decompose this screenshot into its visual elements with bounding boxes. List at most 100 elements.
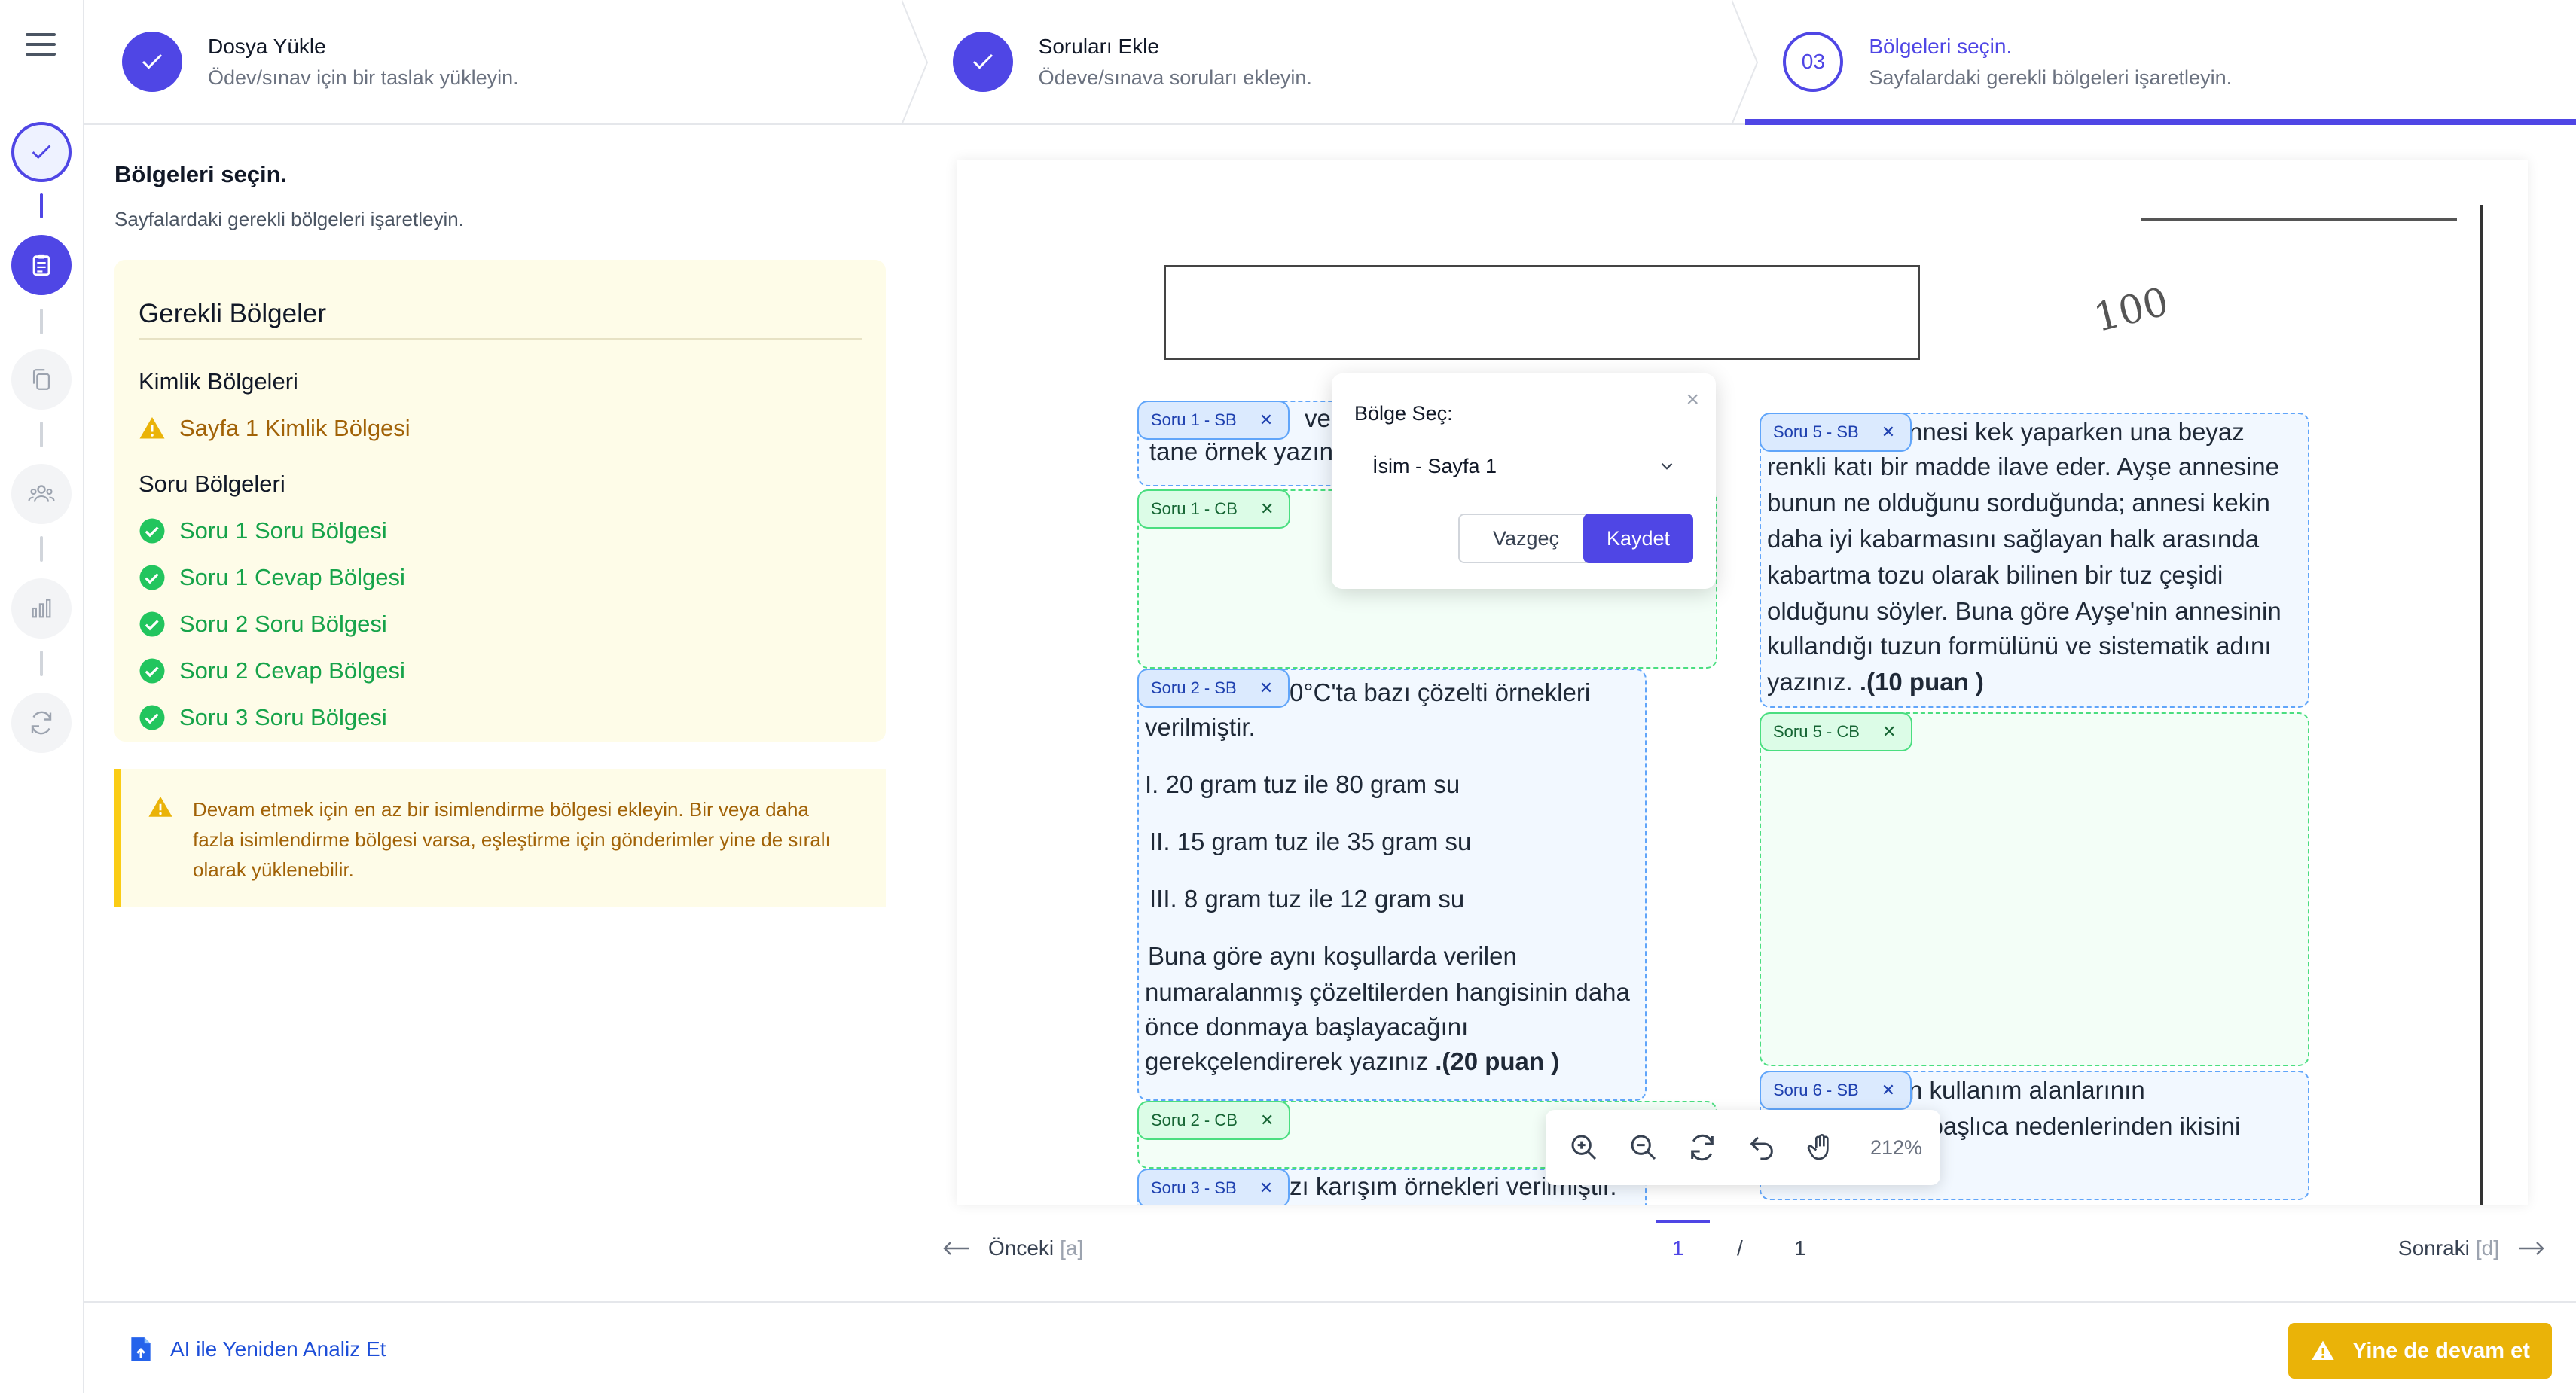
step-title: Bölgeleri seçin. — [1869, 34, 2013, 58]
question-region-item: Soru 3 Soru Bölgesi — [139, 704, 862, 731]
region-tag-label: Soru 3 - SB — [1151, 1178, 1237, 1197]
step-upload[interactable]: Dosya Yükle Ödev/sınav için bir taslak y… — [84, 0, 928, 125]
naming-region-alert: Devam etmek için en az bir isimlendirme … — [114, 769, 886, 907]
alert-text: Devam etmek için en az bir isimlendirme … — [193, 798, 831, 881]
pagination: Önceki [a] 1 / 1 Sonraki [d] — [942, 1220, 2546, 1277]
nav-step-sync[interactable] — [11, 693, 72, 753]
step-title: Dosya Yükle — [208, 34, 326, 58]
hand-pan-icon[interactable] — [1800, 1126, 1842, 1169]
close-icon[interactable]: ✕ — [1882, 422, 1895, 442]
current-page[interactable]: 1 — [1672, 1236, 1684, 1260]
next-shortcut: [d] — [2475, 1236, 2499, 1260]
nav-connector — [40, 536, 43, 562]
region-tag-label: Soru 2 - SB — [1151, 678, 1237, 697]
nav-step-results[interactable] — [11, 578, 72, 639]
region-select-dropdown[interactable]: İsim - Sayfa 1 — [1354, 441, 1693, 491]
page-title: Bölgeleri seçin. — [114, 161, 288, 187]
question-text: II. 15 gram tuz ile 35 gram su — [1149, 828, 1472, 855]
users-icon — [28, 485, 55, 502]
close-icon[interactable]: ✕ — [1882, 722, 1896, 742]
scan-line — [2141, 218, 2457, 221]
previous-button[interactable]: Önceki [a] — [942, 1236, 1083, 1260]
previous-label: Önceki — [988, 1236, 1055, 1260]
warning-icon — [139, 417, 165, 439]
step-regions[interactable]: 03 Bölgeleri seçin. Sayfalardaki gerekli… — [1745, 0, 2576, 125]
question-region-item: Soru 2 Cevap Bölgesi — [139, 657, 862, 684]
nav-connector — [40, 422, 43, 447]
region-select-popup: Bölge Seç: × İsim - Sayfa 1 Vazgeç Kayde… — [1332, 373, 1716, 589]
nav-step-students[interactable] — [11, 464, 72, 524]
page-edge-line — [2480, 205, 2483, 1205]
zoom-toolbar: 212% — [1546, 1110, 1940, 1185]
nav-step-upload[interactable] — [11, 122, 72, 182]
name-box — [1164, 265, 1920, 360]
question-text: olduğunu söyler. Buna göre Ayşe'nin anne… — [1767, 597, 2281, 625]
question-region-label: Soru 2 Cevap Bölgesi — [179, 657, 405, 684]
close-icon[interactable]: ✕ — [1882, 1081, 1895, 1100]
undo-icon[interactable] — [1741, 1126, 1783, 1169]
nav-connector — [40, 651, 43, 676]
region-q5-sb[interactable]: nnesi kek yaparken una beyaz renkli katı… — [1760, 413, 2309, 708]
region-tag-label: Soru 1 - CB — [1151, 499, 1238, 518]
question-text: kullandığı tuzun formülünü ve sistematik… — [1767, 632, 2272, 660]
region-q2-sb[interactable]: 0°C'ta bazı çözelti örnekleri verilmişti… — [1137, 669, 1647, 1101]
step-questions[interactable]: Soruları Ekle Ödeve/sınava soruları ekle… — [915, 0, 1759, 125]
question-text: nnesi kek yaparken una beyaz — [1909, 418, 2245, 446]
next-button[interactable]: Sonraki [d] — [2398, 1236, 2546, 1260]
close-icon[interactable]: ✕ — [1259, 1178, 1273, 1198]
question-text: Buna göre aynı koşullarda verilen — [1148, 942, 1517, 970]
region-q5-cb[interactable]: Soru 5 - CB ✕ — [1760, 712, 2309, 1066]
question-text-part: yazınız. — [1767, 668, 1860, 696]
check-icon — [32, 145, 51, 160]
identity-region-item: Sayfa 1 Kimlik Bölgesi — [139, 415, 862, 442]
question-points: .(20 puan ) — [1435, 1047, 1560, 1075]
region-tag: Soru 6 - SB ✕ — [1760, 1071, 1912, 1110]
zoom-out-icon[interactable] — [1623, 1126, 1665, 1169]
document-page[interactable]: 100 ve h tane örnek yazın Soru 1 - SB ✕ S… — [957, 160, 2528, 1205]
step-done-indicator — [122, 32, 182, 92]
question-text: kabartma tozu olarak bilinen bir tuz çeş… — [1767, 561, 2223, 589]
check-icon — [972, 53, 993, 69]
region-tag-label: Soru 5 - CB — [1773, 722, 1860, 741]
region-tag: Soru 2 - SB ✕ — [1137, 669, 1290, 708]
step-subtitle: Ödeve/sınava soruları ekleyin. — [1038, 66, 1312, 89]
zoom-in-icon[interactable] — [1564, 1126, 1605, 1169]
rotate-icon[interactable] — [1682, 1126, 1723, 1169]
save-button[interactable]: Kaydet — [1583, 514, 1693, 563]
footer: AI ile Yeniden Analiz Et Yine de devam e… — [84, 1301, 2576, 1393]
check-circle-icon — [139, 658, 165, 684]
continue-anyway-button[interactable]: Yine de devam et — [2288, 1323, 2552, 1379]
chevron-down-icon — [1661, 462, 1673, 470]
close-icon[interactable]: × — [1686, 387, 1699, 413]
question-points: .(10 puan ) — [1859, 668, 1984, 696]
page-subtitle: Sayfalardaki gerekli bölgeleri işaretley… — [114, 208, 464, 230]
question-text: n başlıca nedenlerinden ikisini — [1909, 1112, 2241, 1140]
close-icon[interactable]: ✕ — [1260, 1111, 1274, 1130]
step-separator — [1732, 0, 1759, 125]
required-regions-box[interactable]: Gerekli Bölgeler Kimlik Bölgeleri Sayfa … — [114, 260, 886, 742]
region-select-label: Bölge Seç: — [1354, 402, 1453, 425]
check-icon — [142, 53, 163, 69]
region-tag: Soru 5 - CB ✕ — [1760, 712, 1913, 751]
bar-chart-icon — [32, 599, 51, 618]
reanalyze-label: AI ile Yeniden Analiz Et — [170, 1337, 386, 1361]
question-text-part: gerekçelendirerek yazınız — [1145, 1047, 1436, 1075]
region-select-value: İsim - Sayfa 1 — [1372, 454, 1497, 477]
close-icon[interactable]: ✕ — [1259, 678, 1273, 698]
close-icon[interactable]: ✕ — [1260, 499, 1274, 519]
continue-label: Yine de devam et — [2352, 1338, 2530, 1363]
menu-icon[interactable] — [26, 33, 56, 56]
zoom-level: 212% — [1869, 1135, 1923, 1159]
region-tag: Soru 3 - SB ✕ — [1137, 1169, 1290, 1205]
cancel-button[interactable]: Vazgeç — [1458, 514, 1594, 563]
nav-step-questions[interactable] — [11, 235, 72, 295]
check-circle-icon — [139, 705, 165, 730]
question-text: I. 20 gram tuz ile 80 gram su — [1145, 770, 1460, 798]
reanalyze-button[interactable]: AI ile Yeniden Analiz Et — [128, 1335, 386, 1364]
nav-step-regions[interactable] — [11, 349, 72, 410]
close-icon[interactable]: ✕ — [1259, 410, 1273, 430]
region-tag: Soru 1 - CB ✕ — [1137, 489, 1291, 529]
question-text: önce donmaya başlayacağını — [1145, 1013, 1469, 1041]
region-tag-label: Soru 5 - SB — [1773, 422, 1859, 441]
current-page-indicator — [1656, 1220, 1710, 1223]
